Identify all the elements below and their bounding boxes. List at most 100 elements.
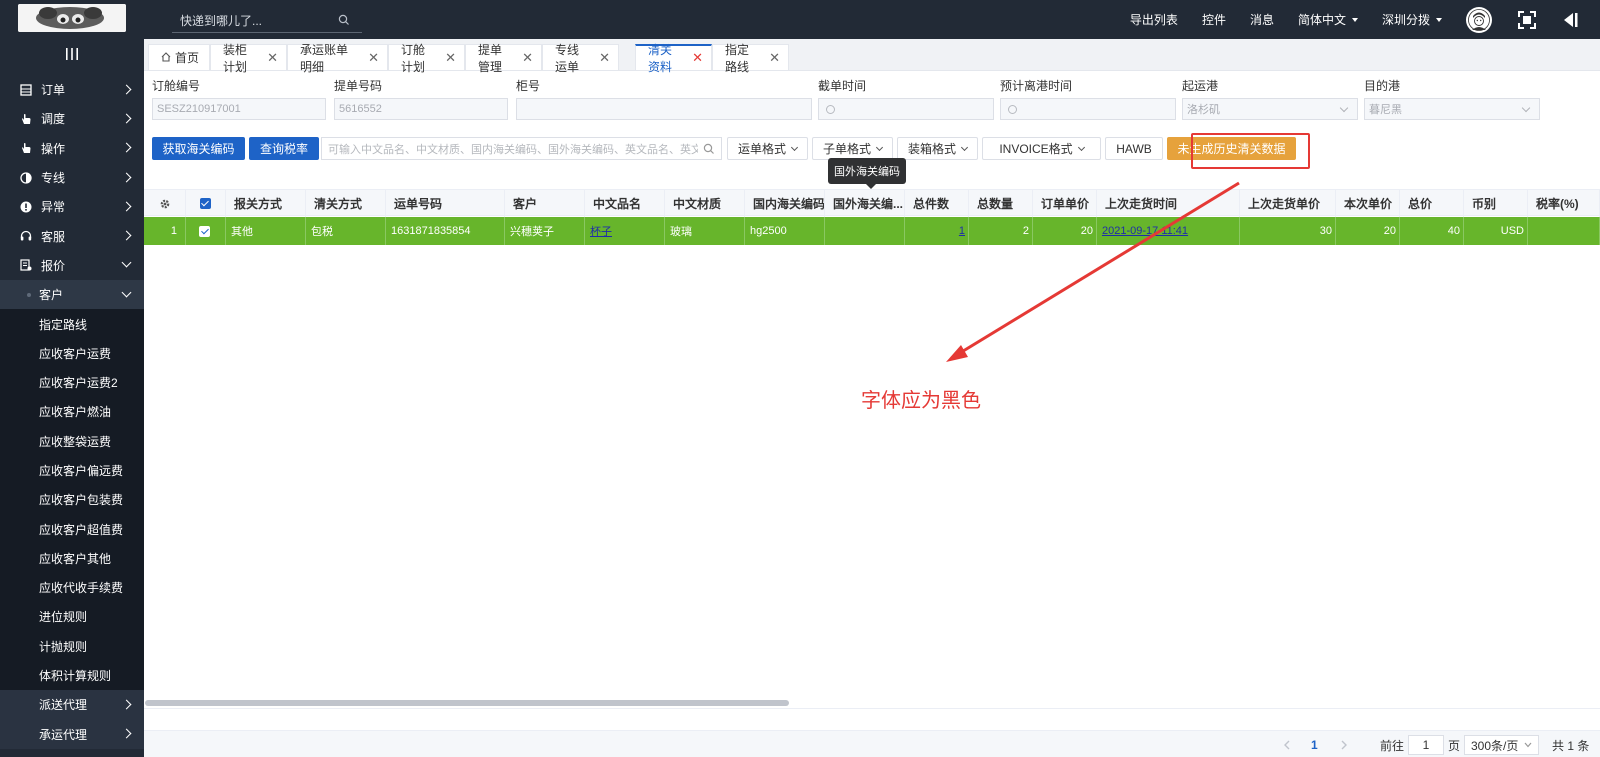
bullet-icon <box>27 293 31 298</box>
product-name-link[interactable]: 杯子 <box>590 223 612 239</box>
product-name-cell[interactable]: 杯子 <box>585 217 665 245</box>
sidebar-sub-item[interactable]: 指定路线 <box>0 309 144 339</box>
close-icon[interactable]: ✕ <box>692 50 703 66</box>
origin-port-select[interactable]: 洛杉矶 <box>1182 98 1358 120</box>
packing-format-dropdown[interactable]: 装箱格式 <box>897 137 978 160</box>
booking-no-value: SESZ210917001 <box>157 103 241 115</box>
close-icon[interactable]: ✕ <box>769 50 780 66</box>
close-icon[interactable]: ✕ <box>267 50 278 66</box>
destination-port-select[interactable]: 暮尼黑 <box>1364 98 1540 120</box>
next-page-icon[interactable] <box>1340 735 1348 755</box>
last-shipment-time-cell[interactable]: 2021-09-17 11:41 <box>1097 217 1240 245</box>
sidebar-item-operation[interactable]: 操作 <box>0 134 144 163</box>
menu-bars-icon[interactable] <box>65 47 79 63</box>
chevron-right-icon <box>121 699 132 710</box>
tab-label: 承运账单明细 <box>300 42 349 74</box>
invoice-format-dropdown[interactable]: INVOICE格式 <box>982 137 1101 160</box>
sidebar-sub-item[interactable]: 应收客户超值费 <box>0 514 144 544</box>
bl-no-field[interactable]: 5616552 <box>334 98 508 120</box>
tab-carrier-bill-detail[interactable]: 承运账单明细 ✕ <box>287 43 388 74</box>
sidebar-item-order[interactable]: 订单 <box>0 75 144 104</box>
headset-icon <box>20 230 32 242</box>
sidebar-sub-item[interactable]: 进位规则 <box>0 602 144 632</box>
half-circle-icon <box>20 171 32 184</box>
column-header: 上次走货单价 <box>1240 190 1336 217</box>
sidebar-item-special-line[interactable]: 专线 <box>0 163 144 192</box>
cutoff-time-field[interactable] <box>818 98 994 120</box>
sidebar-toggle[interactable] <box>0 39 144 71</box>
sidebar-item-delivery-agent[interactable]: 派送代理 <box>0 690 144 720</box>
sub-bill-format-dropdown[interactable]: 子单格式 <box>812 137 893 160</box>
search-icon[interactable] <box>338 14 350 29</box>
current-page[interactable]: 1 <box>1311 735 1318 755</box>
sidebar-sub-item[interactable]: 应收客户包装费 <box>0 485 144 515</box>
dropdown-label: 装箱格式 <box>907 142 956 156</box>
sidebar-sub-item[interactable]: 应收代收手续费 <box>0 573 144 603</box>
column-settings-icon[interactable] <box>144 190 186 217</box>
language-label: 简体中文 <box>1297 13 1346 27</box>
collapse-panel-icon[interactable] <box>1562 12 1578 28</box>
sidebar-item-dispatch[interactable]: 调度 <box>0 104 144 133</box>
close-icon[interactable]: ✕ <box>445 50 456 66</box>
sidebar-item-exception[interactable]: 异常 <box>0 192 144 221</box>
search-icon[interactable] <box>703 143 715 158</box>
tab-booking-plan[interactable]: 订舱计划 ✕ <box>388 43 465 74</box>
page-size-select[interactable]: 300条/页 <box>1464 735 1539 755</box>
horizontal-scrollbar[interactable] <box>145 700 789 706</box>
sidebar-item-label: 专线 <box>41 171 66 186</box>
tab-special-line-waybill[interactable]: 专线运单 ✕ <box>542 43 619 74</box>
get-customs-code-button[interactable]: 获取海关编码 <box>152 137 245 160</box>
tab-customs-data[interactable]: 清关资料 ✕ <box>635 43 712 74</box>
close-icon[interactable]: ✕ <box>522 50 533 66</box>
tab-bill-of-lading[interactable]: 提单管理 ✕ <box>465 43 542 74</box>
sidebar-sub-item[interactable]: 应收客户其他 <box>0 543 144 574</box>
sidebar-sub-item[interactable]: 体积计算规则 <box>0 660 144 691</box>
booking-no-field[interactable]: SESZ210917001 <box>152 98 326 120</box>
tab-designated-route[interactable]: 指定路线 ✕ <box>712 43 789 74</box>
close-icon[interactable]: ✕ <box>599 50 610 66</box>
messages-link[interactable]: 消息 <box>1250 11 1274 28</box>
column-header: 运单号码 <box>386 190 505 217</box>
last-shipment-time-link[interactable]: 2021-09-17 11:41 <box>1102 225 1188 237</box>
close-icon[interactable]: ✕ <box>368 50 379 66</box>
sidebar-sub-item[interactable]: 应收客户偏远费 <box>0 455 144 486</box>
quick-search[interactable] <box>172 11 362 33</box>
query-tax-rate-button[interactable]: 查询税率 <box>249 137 319 160</box>
etd-field[interactable] <box>1000 98 1176 120</box>
sidebar-sub-item[interactable]: 应收客户运费2 <box>0 367 144 398</box>
sidebar-item-quote[interactable]: 报价 <box>0 251 144 280</box>
sidebar-item-carrier-agent[interactable]: 承运代理 <box>0 719 144 749</box>
export-list-link[interactable]: 导出列表 <box>1130 11 1178 28</box>
prev-page-icon[interactable] <box>1283 735 1291 755</box>
controls-link[interactable]: 控件 <box>1202 11 1226 28</box>
select-all-checkbox[interactable] <box>186 190 226 217</box>
hawb-button[interactable]: HAWB <box>1105 137 1163 160</box>
tab-home[interactable]: 首页 <box>148 44 210 70</box>
sidebar-group-label: 客户 <box>39 288 64 303</box>
quick-search-input[interactable] <box>172 11 332 31</box>
sidebar-item-customer-service[interactable]: 客服 <box>0 221 144 250</box>
dropdown-label: 运单格式 <box>737 142 786 156</box>
sidebar-sub-item[interactable]: 应收整袋运费 <box>0 426 144 456</box>
sidebar-sub-item[interactable]: 计抛规则 <box>0 631 144 661</box>
row-checkbox[interactable] <box>186 217 226 245</box>
home-icon <box>161 51 171 65</box>
customer-cell: 兴穗荚子 <box>505 217 585 245</box>
tab-container-plan[interactable]: 装柜计划 ✕ <box>210 43 287 74</box>
declare-method-cell: 其他 <box>226 217 306 245</box>
waybill-format-dropdown[interactable]: 运单格式 <box>727 137 808 160</box>
sidebar-sub-item[interactable]: 应收客户燃油 <box>0 397 144 427</box>
fullscreen-icon[interactable] <box>1518 10 1536 29</box>
language-dropdown[interactable]: 简体中文 <box>1298 11 1358 28</box>
goto-page-input[interactable]: 1 <box>1408 735 1444 755</box>
user-avatar[interactable] <box>1466 6 1492 33</box>
total-pieces-cell[interactable]: 1 <box>905 217 969 245</box>
sidebar-sub-item[interactable]: 应收客户运费 <box>0 338 144 368</box>
column-header: 本次单价 <box>1336 190 1400 217</box>
table-row[interactable]: 1 其他 包税 1631871835854 兴穗荚子 杯子 玻璃 hg2500 … <box>144 217 1600 245</box>
total-pieces-link[interactable]: 1 <box>959 225 965 237</box>
keyword-search-input[interactable]: 可输入中文品名、中文材质、国内海关编码、国外海关编码、英文品名、英文材质 <box>321 137 722 160</box>
sidebar-group-customer[interactable]: 客户 <box>0 280 144 310</box>
container-no-field[interactable] <box>516 98 812 120</box>
branch-dropdown[interactable]: 深圳分拨 <box>1382 11 1442 28</box>
